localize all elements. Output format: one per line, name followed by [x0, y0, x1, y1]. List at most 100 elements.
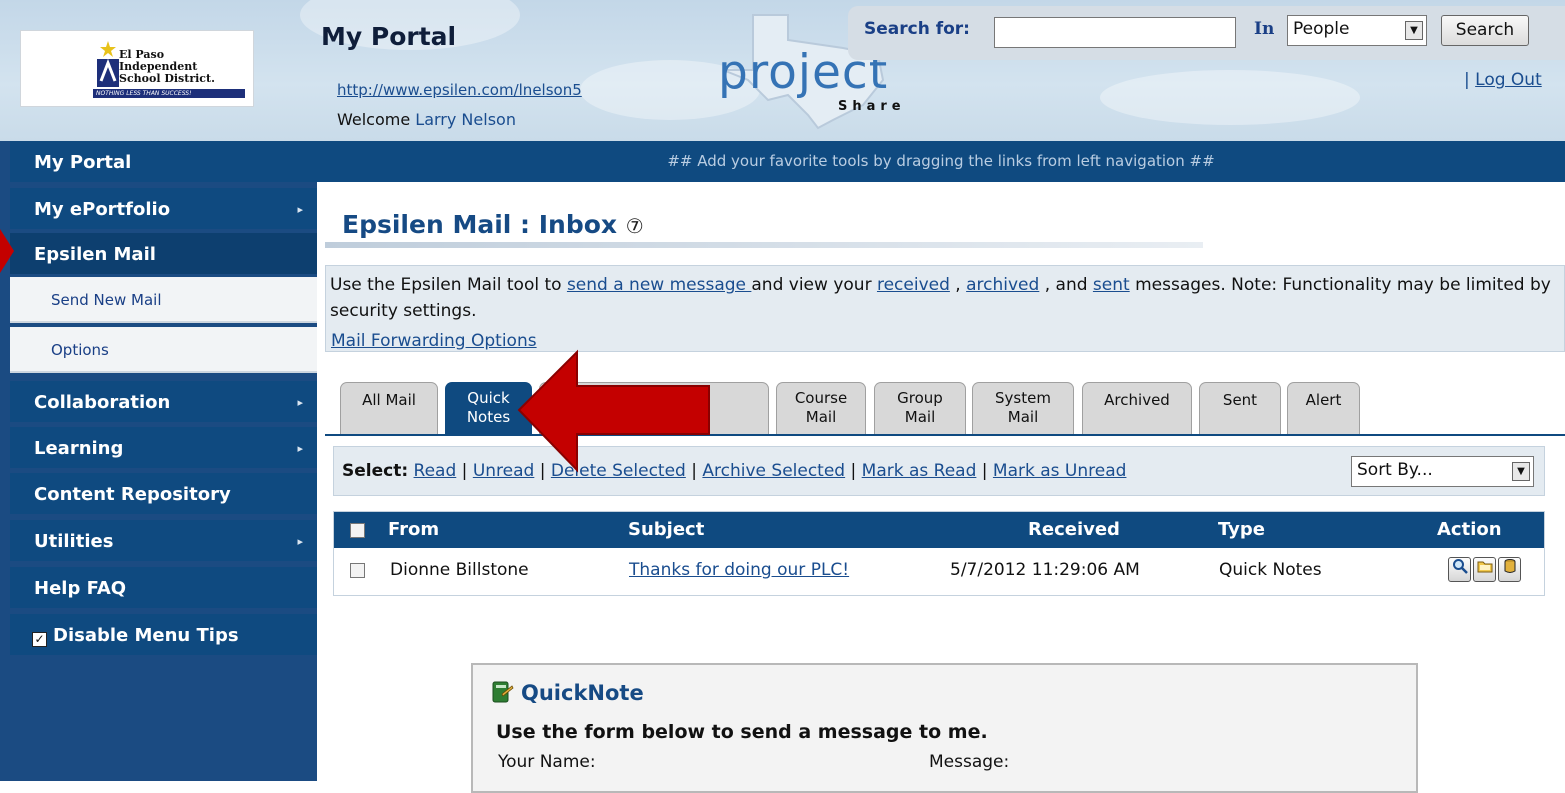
tab-alert[interactable]: Alert	[1287, 382, 1360, 435]
column-header-action: Action	[1437, 519, 1502, 540]
sort-by-value: Sort By...	[1357, 460, 1433, 480]
tab-sent[interactable]: Sent	[1199, 382, 1281, 435]
checkbox-checked-icon[interactable]: ✓	[32, 632, 47, 647]
sidebar-item-collaboration[interactable]: Collaboration ▸	[10, 381, 317, 425]
district-logo-mark	[97, 41, 119, 87]
tab-label: Group	[897, 389, 943, 407]
sidebar-subitem-send-new-mail[interactable]: Send New Mail	[10, 277, 317, 323]
user-name-link[interactable]: Larry Nelson	[415, 110, 516, 129]
quicknote-title: QuickNote	[521, 681, 644, 705]
table-header: From Subject Received Type Action	[334, 512, 1544, 548]
table-row[interactable]: Dionne Billstone Thanks for doing our PL…	[334, 552, 1544, 590]
tab-group-mail[interactable]: Group Mail	[874, 382, 966, 435]
sent-link[interactable]: sent	[1093, 275, 1130, 295]
logout-area: | Log Out	[1464, 70, 1542, 90]
help-icon[interactable]: ⑦	[626, 214, 644, 238]
header: El Paso Independent School District. NOT…	[0, 0, 1565, 141]
trash-icon[interactable]	[1498, 557, 1521, 582]
send-new-message-link[interactable]: send a new message	[567, 275, 751, 295]
select-actions: Select: Read | Unread | Delete Selected …	[342, 461, 1126, 481]
logout-separator: |	[1464, 70, 1470, 90]
column-header-subject[interactable]: Subject	[628, 512, 704, 548]
tab-course-mail[interactable]: Course Mail	[776, 382, 866, 435]
tab-all-mail[interactable]: All Mail	[340, 382, 438, 435]
sidebar-item-utilities[interactable]: Utilities ▸	[10, 520, 317, 564]
sidebar-item-my-portal[interactable]: My Portal	[10, 141, 317, 185]
sidebar-item-learning[interactable]: Learning ▸	[10, 427, 317, 471]
column-header-from[interactable]: From	[388, 512, 439, 548]
select-read-link[interactable]: Read	[414, 461, 457, 481]
portal-url-link[interactable]: http://www.epsilen.com/lnelson5	[337, 81, 582, 99]
welcome-text: Welcome Larry Nelson	[337, 110, 516, 129]
cell-received: 5/7/2012 11:29:06 AM	[950, 560, 1140, 580]
tab-label: Mail	[805, 408, 837, 426]
sidebar-item-label: My ePortfolio	[34, 199, 171, 220]
red-arrow-annotation	[0, 229, 14, 273]
separator: |	[850, 461, 857, 481]
search-label: Search for:	[864, 19, 970, 39]
favorites-drop-bar[interactable]: ## Add your favorite tools by dragging t…	[317, 141, 1565, 182]
cloud-decoration	[1100, 70, 1360, 125]
mark-as-read-link[interactable]: Mark as Read	[862, 461, 977, 481]
info-text-part: ,	[949, 275, 967, 295]
cell-type: Quick Notes	[1219, 560, 1322, 580]
sidebar-item-label: Utilities	[34, 531, 114, 552]
search-scope-select[interactable]: People ▼	[1287, 15, 1427, 46]
district-tagline: NOTHING LESS THAN SUCCESS!	[93, 89, 245, 98]
sidebar-item-epsilen-mail[interactable]: Epsilen Mail	[10, 233, 317, 277]
tab-system-mail[interactable]: System Mail	[972, 382, 1074, 435]
separator: |	[981, 461, 988, 481]
select-label: Select:	[342, 461, 409, 481]
column-header-received[interactable]: Received	[1028, 512, 1120, 548]
search-input[interactable]	[994, 17, 1236, 48]
sidebar: My Portal My ePortfolio ▸ Epsilen Mail Se…	[0, 141, 317, 781]
search-scope-value: People	[1293, 19, 1350, 39]
tab-underline	[325, 434, 1565, 436]
inbox-table: From Subject Received Type Action Dionne…	[333, 511, 1545, 596]
sort-by-select[interactable]: Sort By... ▼	[1351, 456, 1534, 487]
your-name-label: Your Name:	[498, 752, 596, 772]
tab-label: Alert	[1305, 391, 1342, 409]
scope-label: In	[1254, 19, 1275, 39]
sidebar-item-content-repository[interactable]: Content Repository	[10, 473, 317, 517]
sidebar-item-help-faq[interactable]: Help FAQ	[10, 567, 317, 611]
page-title: Epsilen Mail : Inbox ⑦	[342, 210, 644, 239]
chevron-right-icon: ▸	[297, 535, 303, 548]
tab-archived[interactable]: Archived	[1082, 382, 1192, 435]
disable-menu-tips-toggle[interactable]: ✓ Disable Menu Tips	[10, 614, 317, 658]
received-link[interactable]: received	[877, 275, 950, 295]
disable-menu-tips-label: Disable Menu Tips	[53, 625, 239, 646]
message-label: Message:	[929, 752, 1010, 772]
folder-icon[interactable]	[1473, 557, 1496, 582]
tab-label: Mail	[904, 408, 936, 426]
logout-link[interactable]: Log Out	[1475, 70, 1542, 90]
district-logo[interactable]: El Paso Independent School District. NOT…	[20, 30, 254, 107]
red-arrow-annotation	[517, 349, 710, 473]
sidebar-item-label: Help FAQ	[34, 578, 127, 599]
archived-link[interactable]: archived	[966, 275, 1039, 295]
search-button[interactable]: Search	[1441, 15, 1529, 46]
chevron-down-icon[interactable]: ▼	[1512, 462, 1530, 481]
magnifier-icon[interactable]	[1448, 557, 1471, 582]
page-title-text: Epsilen Mail : Inbox	[342, 210, 618, 239]
separator: |	[461, 461, 468, 481]
mail-forwarding-link[interactable]: Mail Forwarding Options	[331, 331, 537, 351]
sidebar-item-label: My Portal	[34, 152, 132, 173]
archive-selected-link[interactable]: Archive Selected	[702, 461, 845, 481]
mark-as-unread-link[interactable]: Mark as Unread	[993, 461, 1127, 481]
column-header-type[interactable]: Type	[1218, 512, 1265, 548]
district-name: El Paso Independent School District.	[119, 49, 215, 85]
chevron-right-icon: ▸	[297, 203, 303, 216]
select-all-checkbox[interactable]	[350, 523, 365, 538]
sidebar-item-label: Options	[51, 341, 109, 359]
message-subject-link[interactable]: Thanks for doing our PLC!	[629, 560, 849, 580]
chevron-down-icon[interactable]: ▼	[1405, 21, 1423, 40]
sidebar-item-label: Content Repository	[34, 484, 231, 505]
sidebar-item-label: Send New Mail	[51, 291, 162, 309]
tab-label: Mail	[1007, 408, 1039, 426]
quicknote-description: Use the form below to send a message to …	[496, 721, 988, 743]
sidebar-subitem-options[interactable]: Options	[10, 327, 317, 373]
cell-from: Dionne Billstone	[390, 560, 529, 580]
sidebar-item-my-eportfolio[interactable]: My ePortfolio ▸	[10, 188, 317, 232]
row-checkbox[interactable]	[350, 563, 365, 578]
